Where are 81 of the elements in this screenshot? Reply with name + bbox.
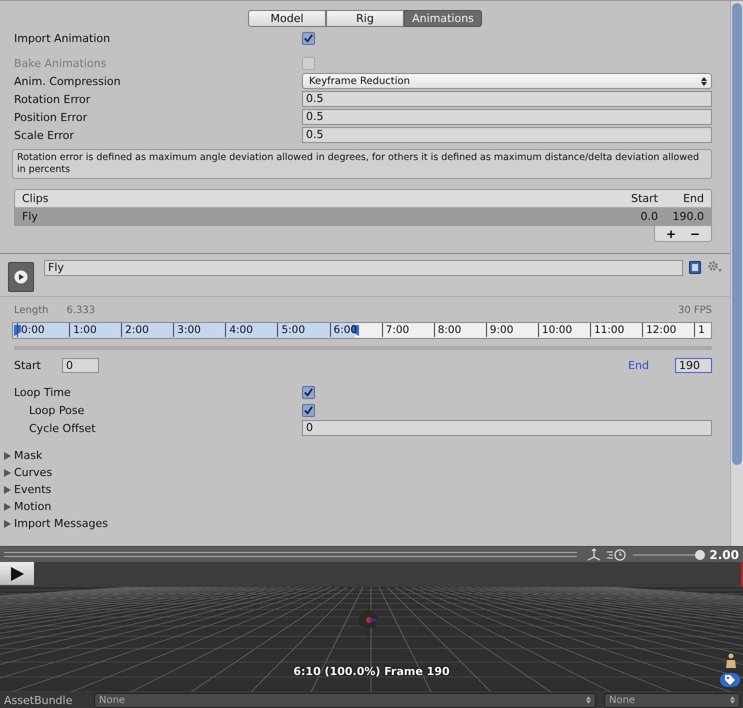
field-label: Rotation Error [14,92,92,106]
tab[interactable]: Rig [326,10,404,27]
scrollbar[interactable] [730,1,743,546]
field-label: Loop Pose [28,404,86,416]
fps-label: 30 FPS [678,305,712,318]
time-tick: 11:00 [590,323,624,337]
checkbox[interactable] [302,404,315,416]
input-field[interactable]: 0.5 [302,127,712,143]
speed-value: 2.00 [709,548,739,562]
tab[interactable]: Model [248,10,326,27]
time-tick: 4:00 [225,323,253,337]
end-label: End [628,358,649,372]
time-tick: 10:00 [538,323,572,337]
time-tick: 3:00 [173,323,201,337]
assetbundle-label: AssetBundle [4,694,74,706]
play-icon[interactable] [8,262,34,292]
column-header: Clips [22,192,50,205]
dropdown-value: Keyframe Reduction [309,76,410,86]
compression-dropdown[interactable]: Keyframe Reduction [302,73,712,89]
field-label: Anim. Compression [14,74,122,88]
updown-arrow-icon [730,696,735,704]
foldout-label[interactable]: Mask [14,449,42,462]
column-header: End [682,192,704,205]
end-field[interactable]: 190 [675,358,712,372]
time-tick: 1:00 [69,323,97,337]
clip-start: 0.0 [640,210,658,223]
speed-slider[interactable] [633,550,704,560]
foldout-label[interactable]: Import Messages [14,517,108,530]
checkbox[interactable] [302,32,315,44]
input-field[interactable]: 0.5 [302,91,712,107]
field-label: Import Animation [14,32,112,44]
time-tick: 12:00 [642,323,676,337]
foldout-arrow-icon[interactable] [4,520,11,528]
foldout-arrow-icon[interactable] [4,502,11,510]
foldout-arrow-icon[interactable] [4,486,11,494]
foldout-arrow-icon[interactable] [4,452,11,460]
updown-arrow-icon [701,76,707,86]
field-label: Loop Time [14,386,72,398]
time-tick: 1 [694,323,705,337]
field-label: Position Error [14,110,88,124]
foldout-label[interactable]: Motion [14,500,52,513]
foldout-label[interactable]: Curves [14,466,52,479]
time-tick: 7:00 [382,323,410,337]
start-field[interactable]: 0 [62,358,99,372]
clip-name-field[interactable]: Fly [44,260,683,276]
play-button[interactable] [0,562,34,585]
checkbox[interactable] [302,386,315,398]
field-label: Cycle Offset [28,422,97,434]
tab[interactable]: Animations [404,10,482,27]
pivot-axes-icon[interactable] [587,548,602,561]
clip-row[interactable]: Fly 0.0 190.0 [15,208,711,225]
updown-arrow-icon [586,696,591,704]
avatar-figure-icon[interactable] [725,653,737,668]
slider-thumb[interactable] [694,550,705,560]
frame-caption: 6:10 (100.0%) Frame 190 [292,665,451,678]
foldout-label[interactable]: Events [14,483,52,496]
input-field[interactable]: 0.5 [302,109,712,125]
list-button[interactable]: + [659,226,683,241]
field-label: Bake Animations [14,56,108,70]
foldout-arrow-icon[interactable] [4,468,11,476]
time-tick: 5:00 [277,323,306,337]
settings-icon[interactable] [707,260,722,273]
list-button[interactable]: − [683,226,707,241]
time-tick: 2:00 [121,323,149,337]
field-label: Scale Error [14,128,75,142]
time-tick: 9:00 [486,323,514,337]
length-label: Length [14,305,48,318]
assetbundle-dropdown[interactable]: None [94,692,596,708]
column-header: Start [630,192,658,205]
help-book-icon[interactable] [689,261,701,274]
clip-end: 190.0 [672,210,704,223]
speed-clock-icon[interactable] [607,548,628,561]
start-marker-icon[interactable] [14,325,21,336]
play-icon [10,566,24,580]
time-tick: 8:00 [434,323,462,337]
clip-name: Fly [22,210,39,223]
input-field[interactable]: 0 [302,420,712,436]
assetbundle-dropdown[interactable]: None [604,692,740,708]
start-label: Start [14,358,42,372]
length-value: 6.333 [66,305,96,318]
help-text: Rotation error is defined as maximum angle deviation allowed in degrees, for others it is defined as maximum distance/delta deviation allowed in percents [12,149,712,179]
